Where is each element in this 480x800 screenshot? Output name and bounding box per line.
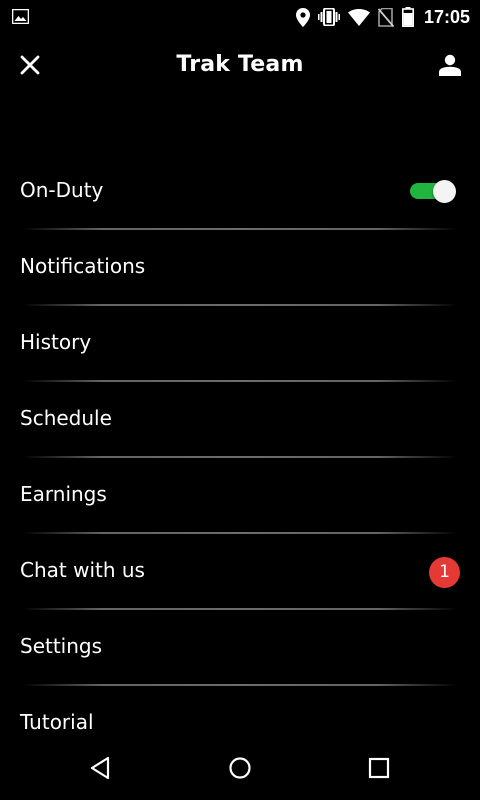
menu-item-chat[interactable]: Chat with us 1 (0, 534, 480, 610)
recents-icon (368, 757, 390, 783)
menu-item-label: Settings (20, 634, 103, 658)
menu-item-on-duty[interactable]: On-Duty (0, 154, 480, 230)
no-sim-icon (377, 7, 394, 27)
menu-item-label: History (20, 330, 92, 354)
back-icon (89, 756, 111, 784)
clock: 17:05 (423, 6, 470, 27)
home-icon (228, 756, 252, 784)
location-icon (295, 7, 310, 27)
page-title: Trak Team (176, 52, 304, 77)
menu-item-label: Schedule (20, 406, 112, 430)
system-nav-bar (0, 738, 480, 800)
back-button[interactable] (76, 746, 124, 794)
home-button[interactable] (216, 746, 264, 794)
menu-list: On-Duty Notifications History Schedule E… (0, 154, 480, 762)
menu-item-history[interactable]: History (0, 306, 480, 382)
menu-item-label: Earnings (20, 482, 107, 506)
menu-item-label: On-Duty (20, 178, 104, 202)
menu-item-schedule[interactable]: Schedule (0, 382, 480, 458)
vibrate-icon (317, 8, 340, 26)
menu-item-label: Notifications (20, 254, 146, 278)
image-icon (12, 9, 29, 24)
menu-item-settings[interactable]: Settings (0, 610, 480, 686)
toggle-thumb (433, 180, 456, 203)
menu-item-label: Chat with us (20, 558, 145, 582)
battery-icon (401, 7, 414, 27)
app-bar: Trak Team (0, 34, 480, 100)
unread-badge: 1 (429, 557, 460, 588)
recents-button[interactable] (355, 746, 403, 794)
status-bar: 17:05 (0, 0, 480, 34)
wifi-icon (347, 8, 370, 26)
profile-button[interactable] (432, 49, 468, 85)
on-duty-toggle[interactable] (410, 180, 456, 203)
menu-item-notifications[interactable]: Notifications (0, 230, 480, 306)
menu-item-earnings[interactable]: Earnings (0, 458, 480, 534)
profile-icon (439, 54, 461, 80)
menu-item-label: Tutorial (20, 710, 94, 734)
